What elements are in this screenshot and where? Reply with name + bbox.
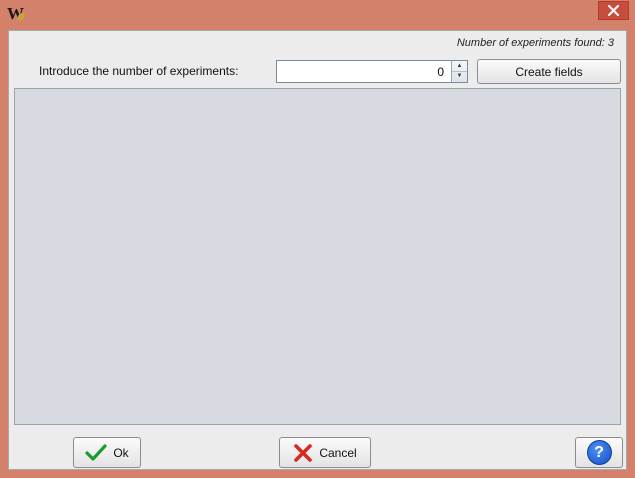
cancel-button-label: Cancel: [319, 445, 357, 460]
dialog-window: W Number of experiments found: 3 Introdu…: [0, 0, 635, 478]
spinner-buttons: ▲ ▼: [451, 61, 467, 82]
experiments-found-text: Number of experiments found: 3: [456, 37, 614, 49]
cross-icon: [293, 443, 313, 463]
create-fields-button[interactable]: Create fields: [477, 59, 621, 84]
checkmark-icon: [85, 443, 107, 462]
experiments-count-label: Introduce the number of experiments:: [39, 64, 239, 78]
dialog-content: Number of experiments found: 3 Introduce…: [8, 30, 627, 470]
experiments-count-spinner[interactable]: ▲ ▼: [276, 60, 468, 83]
ok-button-label: Ok: [113, 445, 129, 460]
spinner-down-button[interactable]: ▼: [452, 71, 467, 81]
experiments-count-input[interactable]: [277, 61, 450, 82]
close-button[interactable]: [598, 1, 629, 20]
help-icon: ?: [586, 440, 612, 465]
experiment-fields-panel: [14, 88, 621, 425]
help-button[interactable]: ?: [575, 437, 623, 468]
cancel-button[interactable]: Cancel: [279, 437, 371, 468]
close-icon: [608, 5, 619, 16]
app-logo-icon: W: [7, 4, 26, 24]
ok-button[interactable]: Ok: [73, 437, 141, 468]
title-bar[interactable]: W: [0, 0, 635, 30]
